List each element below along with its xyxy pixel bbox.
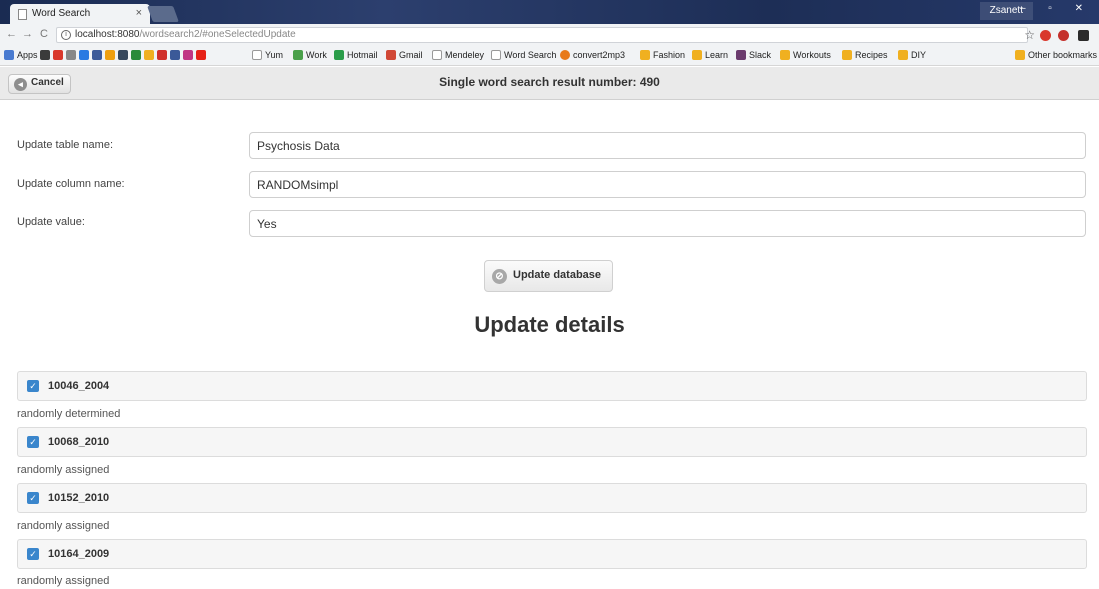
folder-icon: [780, 50, 790, 60]
result-row[interactable]: ✓ 10068_2010: [17, 427, 1087, 457]
update-value-input[interactable]: Yes: [249, 210, 1086, 237]
result-id: 10046_2004: [48, 380, 110, 392]
bookmarks-bar: Apps Yum Work Hotmail Gmail Mendeley Wor…: [0, 46, 1099, 66]
bookmark-diy[interactable]: DIY: [898, 50, 926, 60]
bookmark-hotmail[interactable]: Hotmail: [334, 50, 378, 60]
checkbox-checked-icon[interactable]: ✓: [27, 380, 39, 392]
site-icon: [92, 50, 102, 60]
bookmark-slack[interactable]: Slack: [736, 50, 771, 60]
url-input[interactable]: i localhost:8080/wordsearch2/#oneSelecte…: [56, 27, 1028, 43]
table-name-label: Update table name:: [17, 139, 114, 151]
new-tab-button[interactable]: [147, 6, 179, 22]
facebook-icon: [170, 50, 180, 60]
page-icon: [432, 50, 442, 60]
result-row[interactable]: ✓ 10152_2010: [17, 483, 1087, 513]
page-title: Single word search result number: 490: [439, 75, 660, 89]
bookmark-star-icon[interactable]: ☆: [1024, 28, 1035, 42]
result-description: randomly assigned: [17, 520, 110, 532]
update-details-title: Update details: [474, 312, 625, 337]
header-bar: Single word search result number: 490 ◂ …: [0, 67, 1099, 100]
site-icon: [157, 50, 167, 60]
folder-icon: [692, 50, 702, 60]
checkbox-checked-icon[interactable]: ✓: [27, 436, 39, 448]
folder-icon: [1014, 50, 1025, 60]
column-name-label: Update column name:: [17, 178, 125, 190]
url-path: /wordsearch2/#oneSelectedUpdate: [139, 29, 296, 40]
pinterest-icon: [53, 50, 63, 60]
table-name-input[interactable]: Psychosis Data: [249, 132, 1086, 159]
result-id: 10152_2010: [48, 492, 110, 504]
extension-icon[interactable]: [1040, 30, 1051, 41]
result-description: randomly determined: [17, 408, 121, 420]
info-icon[interactable]: i: [61, 30, 71, 40]
tools-extension-icon[interactable]: [1078, 30, 1089, 41]
site-icon: [131, 50, 141, 60]
bookmark-recipes[interactable]: Recipes: [842, 50, 888, 60]
url-host: localhost:8080: [75, 29, 140, 40]
checkbox-checked-icon[interactable]: ✓: [27, 492, 39, 504]
result-id: 10164_2009: [48, 548, 110, 560]
youtube-icon: [196, 50, 206, 60]
page-icon: [252, 50, 262, 60]
bookmark-mendeley[interactable]: Mendeley: [432, 50, 484, 60]
result-description: randomly assigned: [17, 464, 110, 476]
bookmark-yum[interactable]: Yum: [252, 50, 283, 60]
result-row[interactable]: ✓ 10046_2004: [17, 371, 1087, 401]
result-row[interactable]: ✓ 10164_2009: [17, 539, 1087, 569]
bookmark-learn[interactable]: Learn: [692, 50, 728, 60]
update-database-button[interactable]: ⊘ Update database: [484, 260, 613, 292]
update-database-label: Update database: [513, 269, 602, 281]
site-icon: [105, 50, 115, 60]
bookmark-convert2mp3[interactable]: convert2mp3: [560, 50, 625, 60]
page-icon: [491, 50, 501, 60]
back-icon[interactable]: ←: [6, 28, 17, 40]
gmail-icon: [386, 50, 396, 60]
update-value-label: Update value:: [17, 216, 85, 228]
folder-icon: [842, 50, 852, 60]
folder-icon: [898, 50, 908, 60]
bookmark-work[interactable]: Work: [293, 50, 327, 60]
bookmark-workouts[interactable]: Workouts: [780, 50, 831, 60]
disabled-icon: ⊘: [492, 269, 507, 284]
result-description: randomly assigned: [17, 575, 110, 587]
checkbox-checked-icon[interactable]: ✓: [27, 548, 39, 560]
bookmark-other[interactable]: Other bookmarks: [1014, 50, 1097, 60]
bookmark-apps[interactable]: Apps: [4, 50, 38, 60]
browser-tab[interactable]: Word Search ×: [10, 4, 150, 24]
folder-icon: [640, 50, 650, 60]
bookmark-fashion[interactable]: Fashion: [640, 50, 685, 60]
folder-icon: [144, 50, 154, 60]
wordpress-icon: [40, 50, 50, 60]
close-tab-icon[interactable]: ×: [136, 7, 142, 19]
page-icon: [18, 9, 27, 20]
pinterest-extension-icon[interactable]: [1058, 30, 1069, 41]
bookmark-word-search[interactable]: Word Search: [491, 50, 556, 60]
apps-grid-icon: [4, 50, 14, 60]
tab-title: Word Search: [32, 8, 91, 19]
column-name-input[interactable]: RANDOMsimpl: [249, 171, 1086, 198]
site-icon: [66, 50, 76, 60]
windows-icon: [293, 50, 303, 60]
address-bar-row: ← → C i localhost:8080/wordsearch2/#oneS…: [0, 24, 1099, 46]
bookmark-gmail[interactable]: Gmail: [386, 50, 423, 60]
window-controls[interactable]: – ▫ ✕: [1020, 3, 1093, 14]
reload-icon[interactable]: C: [40, 28, 48, 40]
instagram-icon: [183, 50, 193, 60]
cancel-label: Cancel: [31, 77, 64, 88]
bookmark-icons-group[interactable]: [40, 50, 206, 60]
site-icon: [79, 50, 89, 60]
windows-icon: [334, 50, 344, 60]
convert-icon: [560, 50, 570, 60]
cancel-button[interactable]: ◂ Cancel: [8, 74, 71, 94]
forward-icon[interactable]: →: [22, 28, 33, 40]
result-id: 10068_2010: [48, 436, 110, 448]
slack-icon: [736, 50, 746, 60]
tumblr-icon: [118, 50, 128, 60]
browser-titlebar: Word Search × Zsanett – ▫ ✕: [0, 0, 1099, 24]
back-arrow-icon: ◂: [14, 78, 27, 91]
